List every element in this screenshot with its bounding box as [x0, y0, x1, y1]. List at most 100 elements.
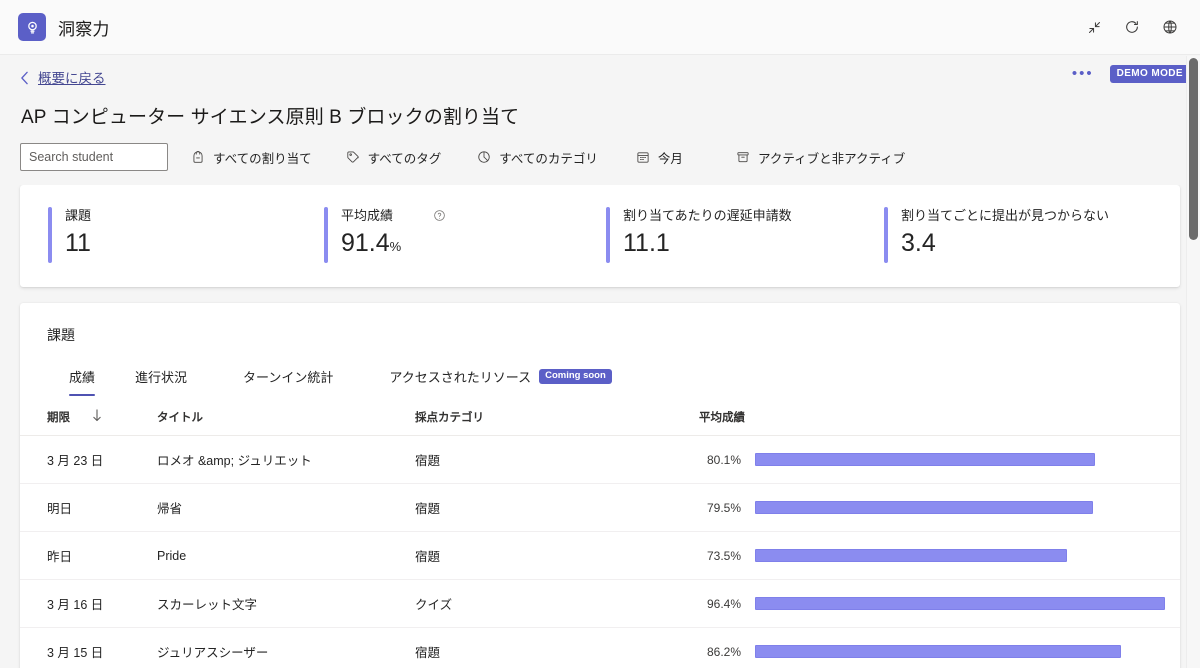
refresh-icon[interactable]	[1122, 17, 1142, 37]
kpi-missing-submissions: 割り当てごとに提出が見つからない 3.4	[856, 207, 1109, 263]
filter-label: 今月	[657, 151, 683, 166]
grade-cell: 96.4%	[699, 597, 1180, 611]
vertical-scrollbar[interactable]	[1186, 56, 1200, 668]
filter-all-categories[interactable]: すべてのカテゴリ	[477, 148, 598, 167]
column-header-category[interactable]: 採点カテゴリ	[415, 396, 699, 436]
grade-cell: 86.2%	[699, 645, 1180, 659]
grade-cell: 80.1%	[699, 453, 1180, 467]
kpi-value: 3.4	[901, 229, 936, 257]
cell-category: 宿題	[415, 435, 699, 484]
grade-bar	[755, 645, 1122, 658]
kpi-late-requests: 割り当てあたりの遅延申請数 11.1	[578, 207, 856, 263]
pie-chart-icon	[477, 150, 491, 164]
column-header-grade[interactable]: 平均成績	[699, 396, 1180, 436]
backpack-icon	[191, 150, 205, 164]
grade-percent-label: 96.4%	[706, 596, 741, 611]
cell-due: 3 月 16 日	[20, 579, 157, 628]
column-header-title[interactable]: タイトル	[157, 396, 415, 436]
cell-due: 明日	[20, 483, 157, 532]
column-header-label: 期限	[47, 412, 70, 424]
tab-progress[interactable]: 進行状況	[115, 367, 207, 396]
grade-bar	[755, 501, 1093, 514]
table-row[interactable]: 明日 帰省 宿題 79.5%	[20, 483, 1180, 532]
app-title-bar: 洞察力	[0, 0, 1200, 55]
filter-label: アクティブと非アクティブ	[757, 151, 906, 166]
grade-bar	[755, 597, 1165, 610]
column-header-due[interactable]: 期限	[20, 396, 157, 436]
cell-title[interactable]: 帰省	[157, 483, 415, 532]
cell-category: 宿題	[415, 483, 699, 532]
sort-down-arrow-icon[interactable]	[92, 409, 102, 425]
filter-active-inactive[interactable]: アクティブと非アクティブ	[736, 148, 905, 167]
cell-grade: 80.1%	[699, 435, 1180, 484]
collapse-icon[interactable]	[1084, 17, 1104, 37]
assignments-card: 課題 成績 進行状況 ターンイン統計 アクセスされたリソース Coming so…	[20, 303, 1180, 668]
cell-title[interactable]: ジュリアスシーザー	[157, 627, 415, 668]
grade-percent-label: 80.1%	[706, 452, 741, 467]
grade-bar-track	[755, 453, 1180, 466]
cell-category: クイズ	[415, 579, 699, 628]
header-right-group: ••• DEMO MODE	[1068, 65, 1190, 83]
tab-label: 進行状況	[135, 370, 188, 385]
table-row[interactable]: 3 月 15 日ジュリアスシーザー 宿題 86.2%	[20, 627, 1180, 668]
tab-turnin-stats[interactable]: ターンイン統計	[207, 367, 353, 396]
grade-bar-track	[755, 645, 1180, 658]
kpi-accent-bar	[884, 207, 888, 263]
cell-title[interactable]: スカーレット文字	[157, 579, 415, 628]
coming-soon-badge: Coming soon	[539, 368, 612, 385]
app-bar-actions	[1084, 17, 1186, 37]
cell-due: 3 月 15 日	[20, 627, 157, 668]
cell-title[interactable]: ロメオ &amp; ジュリエット	[157, 435, 415, 484]
assignments-table: 期限 タイトル 採点カテゴリ 平均成績 3 月 23 日ロメオ &amp; ジュ…	[20, 396, 1180, 668]
grade-bar	[755, 453, 1096, 466]
tab-label: 成績	[69, 370, 96, 385]
tab-label: アクセスされたリソース	[389, 370, 532, 385]
table-row[interactable]: 3 月 23 日ロメオ &amp; ジュリエット 宿題 80.1%	[20, 435, 1180, 484]
kpi-average-grade: 平均成績 91.4%	[296, 207, 578, 263]
grade-bar-track	[755, 501, 1180, 514]
grade-percent-label: 86.2%	[706, 644, 741, 659]
app-title: 洞察力	[58, 19, 110, 39]
cell-due: 昨日	[20, 531, 157, 580]
archive-icon	[736, 150, 750, 164]
kpi-label: 平均成績	[341, 208, 394, 223]
globe-icon[interactable]	[1160, 17, 1180, 37]
table-row[interactable]: 昨日 Pride 宿題 73.5%	[20, 531, 1180, 580]
kpi-label: 割り当てあたりの遅延申請数	[623, 208, 792, 223]
filter-label: すべてのタグ	[367, 151, 442, 166]
filter-bar: すべての割り当て すべてのタグ すべてのカテゴリ	[20, 143, 1180, 185]
grade-percent-label: 79.5%	[706, 500, 741, 515]
filter-label: すべてのカテゴリ	[499, 151, 598, 166]
cell-grade: 79.5%	[699, 483, 1180, 532]
filter-label: すべての割り当て	[213, 151, 312, 166]
demo-mode-badge: DEMO MODE	[1109, 65, 1190, 83]
grade-cell: 79.5%	[699, 501, 1180, 515]
kpi-value-unit: %	[389, 239, 402, 254]
cell-grade: 96.4%	[699, 579, 1180, 628]
kpi-value: 11.1	[623, 229, 670, 257]
filter-all-assignments[interactable]: すべての割り当て	[191, 148, 312, 167]
tab-accessed-resources[interactable]: アクセスされたリソース Coming soon	[353, 367, 631, 396]
page-title: AP コンピューター サイエンス原則 B ブロックの割り当て	[21, 107, 520, 128]
kpi-accent-bar	[606, 207, 610, 263]
tag-icon	[346, 150, 360, 164]
grade-bar	[755, 549, 1068, 562]
cell-due: 3 月 23 日	[20, 435, 157, 484]
kpi-value-number: 91.4	[341, 229, 390, 257]
more-options-button[interactable]: •••	[1068, 66, 1098, 82]
cell-grade: 86.2%	[699, 627, 1180, 668]
table-row[interactable]: 3 月 16 日スカーレット文字 クイズ 96.4%	[20, 579, 1180, 628]
cell-title[interactable]: Pride	[157, 531, 415, 580]
scrollbar-thumb[interactable]	[1189, 58, 1198, 240]
kpi-summary-card: 課題 11 平均成績 91.4% 割り当てあたりの遅延申請数 11.1 割り当て…	[20, 185, 1180, 287]
filter-this-month[interactable]: 今月	[636, 148, 683, 167]
calendar-icon	[636, 150, 650, 164]
assignments-table-body: 3 月 23 日ロメオ &amp; ジュリエット 宿題 80.1% 明日 帰省 宿題 79.…	[20, 435, 1180, 668]
back-to-overview-link[interactable]: 概要に戻る	[20, 71, 106, 87]
tab-grades[interactable]: 成績	[47, 367, 115, 396]
help-circle-icon[interactable]	[433, 209, 446, 222]
filter-all-tags[interactable]: すべてのタグ	[346, 148, 442, 167]
search-student-input[interactable]	[20, 143, 168, 171]
tab-label: ターンイン統計	[243, 370, 334, 385]
sub-header: ••• DEMO MODE 概要に戻る AP コンピューター サイエンス原則 B…	[0, 55, 1200, 185]
